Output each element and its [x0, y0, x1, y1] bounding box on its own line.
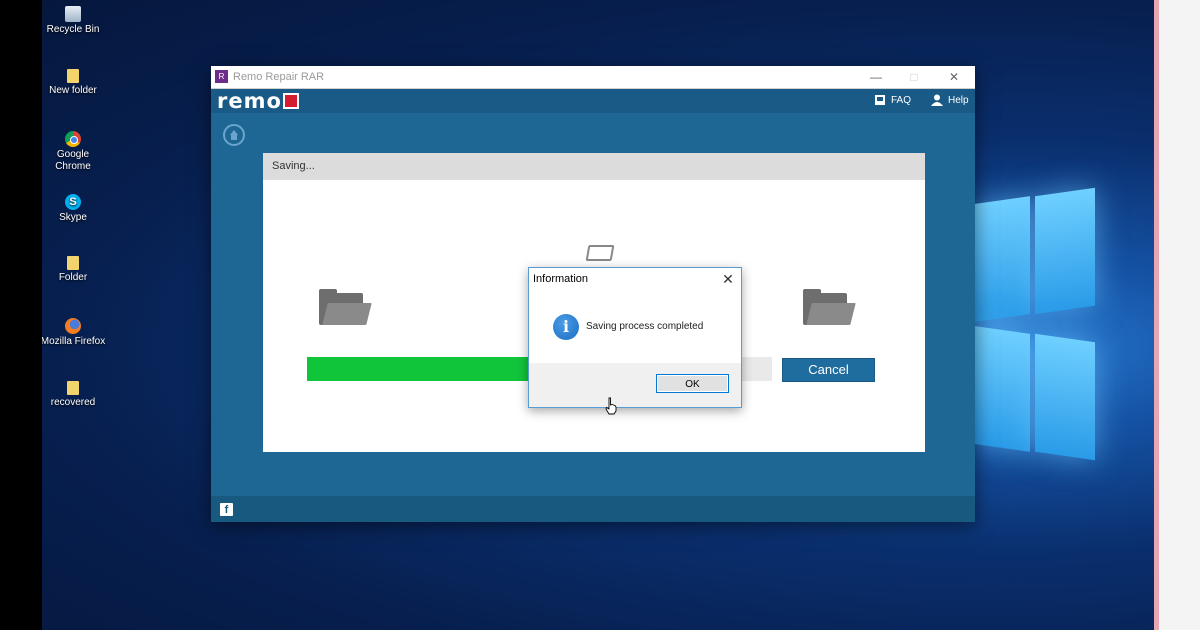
maximize-button[interactable]: □: [900, 68, 928, 86]
desktop-icon-skype[interactable]: S Skype: [42, 194, 108, 224]
destination-folder-icon: [803, 289, 856, 327]
info-icon: i: [553, 314, 579, 340]
faq-label: FAQ: [891, 95, 912, 106]
desktop-icon-label: Mozilla Firefox: [42, 336, 106, 347]
desktop-icon-label: recovered: [50, 397, 96, 408]
folder-icon: [67, 381, 79, 395]
dialog-title: Information: [533, 273, 589, 285]
faq-link[interactable]: FAQ: [874, 93, 911, 109]
help-link[interactable]: Help: [931, 93, 969, 109]
hand-cursor-icon: [605, 397, 617, 415]
facebook-icon[interactable]: f: [220, 503, 233, 516]
ok-button[interactable]: OK: [656, 374, 729, 393]
file-transfer-icon: [585, 245, 615, 261]
cancel-button[interactable]: Cancel: [782, 358, 875, 382]
desktop-icon-new-folder[interactable]: New folder: [42, 69, 108, 97]
firefox-icon: [65, 318, 81, 334]
minimize-button[interactable]: —: [862, 68, 890, 86]
desktop-icon-label: Google Chrome: [55, 149, 91, 172]
dialog-message: Saving process completed: [586, 321, 704, 332]
dialog-button-area: OK: [529, 363, 741, 407]
folder-icon: [67, 69, 79, 83]
information-dialog: Information ✕ i Saving process completed…: [528, 267, 742, 408]
adjacent-window-edge: [1154, 0, 1200, 630]
desktop-icon-label: Recycle Bin: [46, 24, 100, 35]
desktop-icon-label: New folder: [49, 85, 97, 96]
close-window-button[interactable]: ✕: [940, 68, 968, 86]
app-header: remo FAQ Help: [211, 89, 975, 113]
desktop-icon-recycle-bin[interactable]: Recycle Bin: [42, 6, 108, 36]
desktop-icon-recovered[interactable]: recovered: [42, 381, 108, 409]
app-icon: R: [215, 70, 228, 83]
panel-heading: Saving...: [272, 160, 315, 172]
folder-icon: [67, 256, 79, 270]
desktop-icon-google-chrome[interactable]: Google Chrome: [42, 131, 108, 173]
panel-header: Saving...: [263, 153, 925, 180]
faq-book-icon: [875, 95, 885, 106]
logo-text: remo: [217, 89, 282, 113]
windows-logo-graphic: [975, 178, 1095, 478]
source-folder-icon: [319, 289, 372, 327]
logo-square: [282, 93, 299, 109]
skype-icon: S: [65, 194, 81, 210]
desktop-icon-label: Folder: [58, 272, 88, 283]
desktop-icon-mozilla-firefox[interactable]: Mozilla Firefox: [42, 318, 108, 348]
app-footer: f: [211, 496, 975, 522]
chrome-icon: [65, 131, 81, 147]
remo-logo: remo: [217, 89, 299, 113]
dialog-close-button[interactable]: ✕: [719, 270, 737, 288]
window-titlebar[interactable]: R Remo Repair RAR — □ ✕: [211, 66, 975, 89]
window-title: Remo Repair RAR: [233, 71, 325, 83]
recycle-bin-icon: [65, 6, 81, 22]
desktop-icon-label: Skype: [59, 212, 87, 223]
desktop-icon-folder[interactable]: Folder: [42, 256, 108, 284]
home-icon[interactable]: [223, 124, 245, 146]
user-help-icon: [931, 94, 943, 107]
help-label: Help: [948, 95, 969, 106]
